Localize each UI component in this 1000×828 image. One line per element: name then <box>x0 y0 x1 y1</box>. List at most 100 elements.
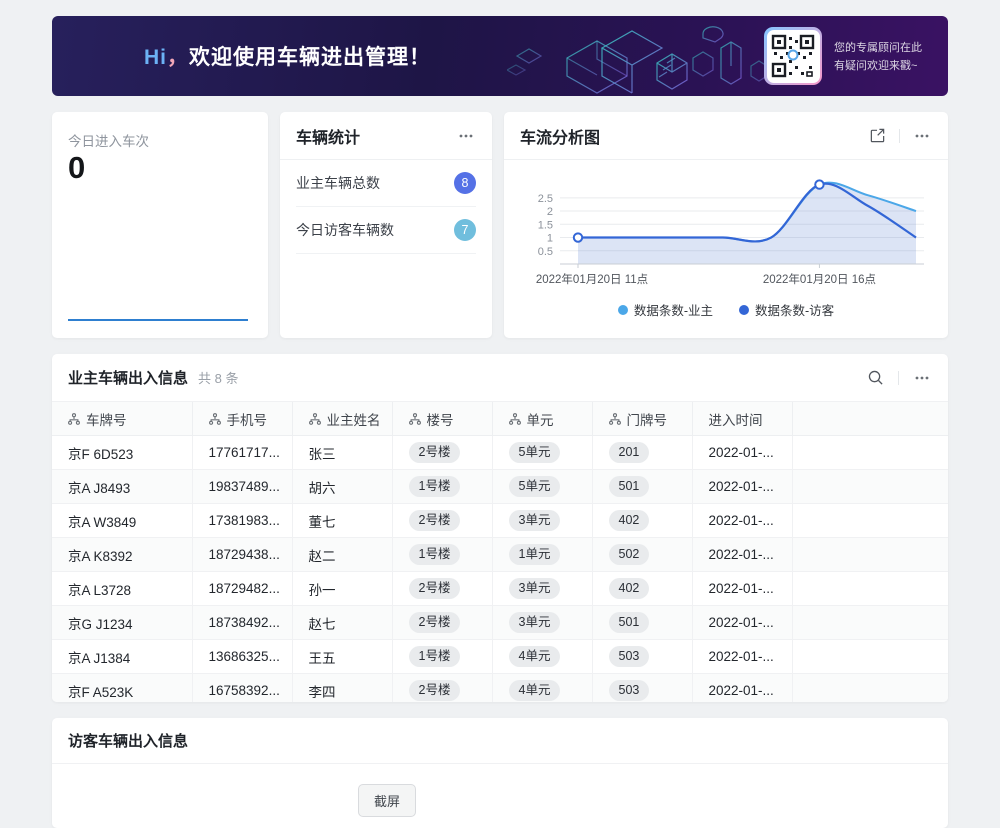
cell-owner-name: 胡六 <box>292 470 392 504</box>
tag-pill: 402 <box>609 510 650 531</box>
cell-plate: 京A L3728 <box>52 572 192 606</box>
cell-door-no: 501 <box>592 470 692 504</box>
col-header-phone[interactable]: 手机号 <box>192 402 292 436</box>
table-row[interactable]: 京F 6D52317761717...张三2号楼5单元2012022-01-..… <box>52 436 948 470</box>
tag-pill: 4单元 <box>509 646 561 667</box>
legend-item-owner[interactable]: 数据条数-业主 <box>618 300 713 319</box>
owner-vehicle-table: 车牌号手机号业主姓名楼号单元门牌号进入时间 京F 6D52317761717..… <box>52 402 948 702</box>
table-row[interactable]: 京A J138413686325...王五1号楼4单元5032022-01-..… <box>52 640 948 674</box>
table-row[interactable]: 京A J849319837489...胡六1号楼5单元5012022-01-..… <box>52 470 948 504</box>
cell-building: 2号楼 <box>392 606 492 640</box>
tag-pill: 3单元 <box>509 510 561 531</box>
col-header-owner-name[interactable]: 业主姓名 <box>292 402 392 436</box>
table-row[interactable]: 京A L372818729482...孙一2号楼3单元4022022-01-..… <box>52 572 948 606</box>
tag-pill: 1号楼 <box>409 544 461 565</box>
visitor-table-title: 访客车辆出入信息 <box>68 730 188 751</box>
cell-building: 2号楼 <box>392 504 492 538</box>
col-header-unit[interactable]: 单元 <box>492 402 592 436</box>
cell-enter-time: 2022-01-... <box>692 606 792 640</box>
banner-greeting-text: 欢迎使用车辆进出管理！ <box>189 46 431 69</box>
cell-unit: 4单元 <box>492 674 592 703</box>
relation-icon <box>309 413 321 425</box>
stats-row-owner-label: 业主车辆总数 <box>296 173 380 193</box>
cell-owner-name: 王五 <box>292 640 392 674</box>
today-entry-count-label: 今日进入车次 <box>68 130 149 150</box>
today-entry-count-value: 0 <box>68 150 85 186</box>
cell-owner-name: 李四 <box>292 674 392 703</box>
tag-pill: 1号楼 <box>409 646 461 667</box>
col-header-enter-time[interactable]: 进入时间 <box>692 402 792 436</box>
cell-enter-time: 2022-01-... <box>692 470 792 504</box>
cell-owner-name: 孙一 <box>292 572 392 606</box>
cell-owner-name: 赵七 <box>292 606 392 640</box>
qr-pattern-icon <box>771 34 815 78</box>
tag-pill: 201 <box>609 442 650 463</box>
col-header-building[interactable]: 楼号 <box>392 402 492 436</box>
stats-row-owner-badge: 8 <box>454 172 476 194</box>
cell-enter-time: 2022-01-... <box>692 436 792 470</box>
cell-unit: 1单元 <box>492 538 592 572</box>
owner-table-more-button[interactable] <box>912 368 932 388</box>
legend-item-visitor[interactable]: 数据条数-访客 <box>739 300 834 319</box>
cell-plate: 京A J8493 <box>52 470 192 504</box>
table-row[interactable]: 京A K839218729438...赵二1号楼1单元5022022-01-..… <box>52 538 948 572</box>
table-header-row: 车牌号手机号业主姓名楼号单元门牌号进入时间 <box>52 402 948 436</box>
cell-door-no: 402 <box>592 572 692 606</box>
screenshot-button[interactable]: 截屏 <box>358 784 416 817</box>
col-header-plate[interactable]: 车牌号 <box>52 402 192 436</box>
cell-phone: 19837489... <box>192 470 292 504</box>
vehicle-stats-more-button[interactable] <box>456 126 476 146</box>
tag-pill: 503 <box>609 646 650 667</box>
cell-phone: 18729438... <box>192 538 292 572</box>
vehicle-stats-list: 业主车辆总数 8 今日访客车辆数 7 <box>296 160 476 254</box>
cell-door-no: 502 <box>592 538 692 572</box>
svg-text:2022年01月20日 16点: 2022年01月20日 16点 <box>763 272 876 286</box>
cell-enter-time: 2022-01-... <box>692 640 792 674</box>
svg-text:0.5: 0.5 <box>538 246 553 258</box>
cell-door-no: 503 <box>592 674 692 703</box>
flow-chart-svg: 0.511.522.52022年01月20日 11点2022年01月20日 16… <box>520 168 932 294</box>
qr-caption-line1: 您的专属顾问在此 <box>834 39 922 57</box>
cell-empty <box>792 606 948 640</box>
tag-pill: 5单元 <box>509 442 561 463</box>
table-row[interactable]: 京F A523K16758392...李四2号楼4单元5032022-01-..… <box>52 674 948 703</box>
tag-pill: 402 <box>609 578 650 599</box>
cell-phone: 17381983... <box>192 504 292 538</box>
legend-label-owner: 数据条数-业主 <box>634 300 713 319</box>
tag-pill: 1单元 <box>509 544 561 565</box>
cell-empty <box>792 538 948 572</box>
legend-label-visitor: 数据条数-访客 <box>755 300 834 319</box>
tag-pill: 5单元 <box>509 476 561 497</box>
stats-row-visitor-badge: 7 <box>454 219 476 241</box>
cell-unit: 3单元 <box>492 572 592 606</box>
vehicle-stats-card: 车辆统计 业主车辆总数 8 今日访客车辆数 7 <box>280 112 492 338</box>
tag-pill: 502 <box>609 544 650 565</box>
relation-icon <box>409 413 421 425</box>
flow-chart-expand-button[interactable] <box>867 126 887 146</box>
flow-chart-legend: 数据条数-业主 数据条数-访客 <box>504 300 948 319</box>
relation-icon <box>68 413 80 425</box>
cell-unit: 5单元 <box>492 436 592 470</box>
cell-phone: 18729482... <box>192 572 292 606</box>
tag-pill: 2号楼 <box>409 612 461 633</box>
tag-pill: 501 <box>609 612 650 633</box>
cell-building: 1号楼 <box>392 538 492 572</box>
cell-plate: 京A W3849 <box>52 504 192 538</box>
table-row[interactable]: 京G J123418738492...赵七2号楼3单元5012022-01-..… <box>52 606 948 640</box>
cell-building: 2号楼 <box>392 572 492 606</box>
owner-table-search-button[interactable] <box>865 368 885 388</box>
cell-enter-time: 2022-01-... <box>692 538 792 572</box>
col-header-door-no[interactable]: 门牌号 <box>592 402 692 436</box>
svg-text:1.5: 1.5 <box>538 219 553 231</box>
flow-chart-more-button[interactable] <box>912 126 932 146</box>
table-row[interactable]: 京A W384917381983...董七2号楼3单元4022022-01-..… <box>52 504 948 538</box>
cell-phone: 17761717... <box>192 436 292 470</box>
cell-phone: 16758392... <box>192 674 292 703</box>
svg-text:2022年01月20日 11点: 2022年01月20日 11点 <box>536 272 648 286</box>
cell-owner-name: 董七 <box>292 504 392 538</box>
tag-pill: 2号楼 <box>409 442 461 463</box>
cell-door-no: 201 <box>592 436 692 470</box>
cell-building: 1号楼 <box>392 640 492 674</box>
cell-unit: 4单元 <box>492 640 592 674</box>
tag-pill: 2号楼 <box>409 578 461 599</box>
